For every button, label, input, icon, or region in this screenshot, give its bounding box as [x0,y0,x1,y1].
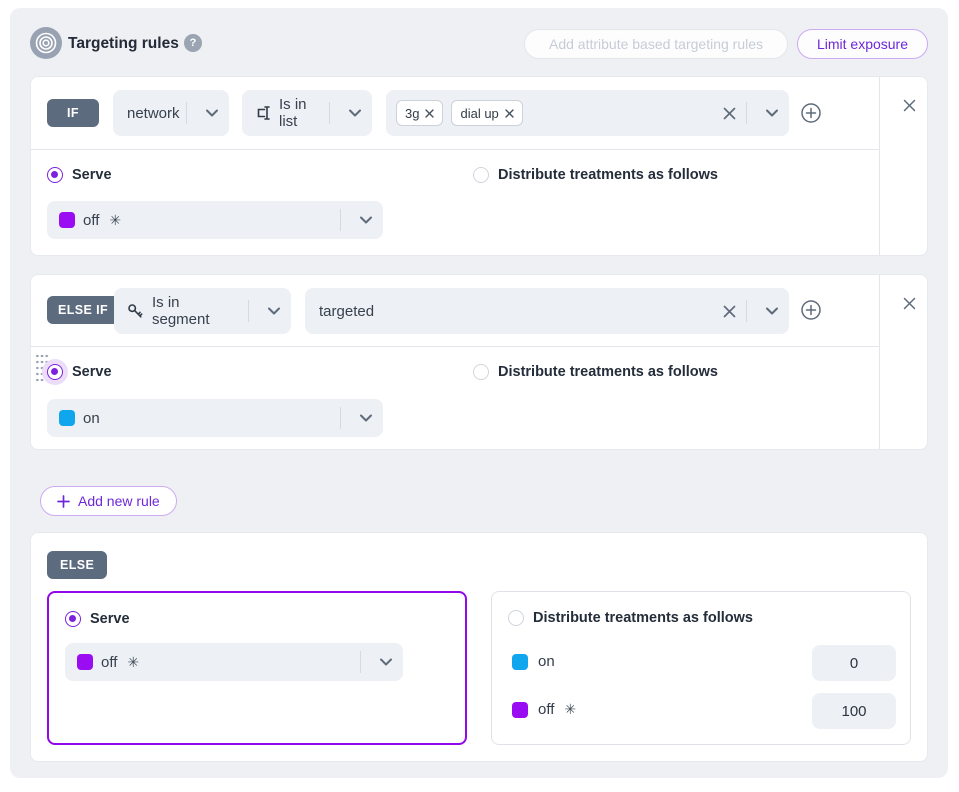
remove-chip-icon[interactable] [425,109,434,118]
add-new-rule-button[interactable]: Add new rule [40,486,177,516]
chevron-down-icon [755,307,789,315]
matcher-select[interactable]: Is in segment [114,288,291,334]
treatment-value: off [83,212,99,229]
matcher-value: Is in segment [152,294,240,328]
serve-label: Serve [72,364,112,380]
segment-select[interactable]: targeted [305,288,789,334]
treatment-value: on [83,410,100,427]
treatment-color-swatch [512,654,528,670]
matcher-select[interactable]: Is in list [242,90,372,136]
distribute-label: Distribute treatments as follows [498,167,718,183]
attribute-select[interactable]: network [113,90,229,136]
serve-radio[interactable] [65,611,81,627]
else-if-badge: ELSE IF [47,296,119,324]
distribute-label: Distribute treatments as follows [533,610,753,626]
card-divider [879,275,880,449]
clear-segment-icon[interactable] [723,305,736,318]
value-chip: 3g [396,100,443,126]
treatment-value: off [101,654,117,671]
default-treatment-icon: ✳ [564,701,576,718]
percent-input-on[interactable] [812,645,896,681]
plus-icon [57,495,70,508]
add-condition-icon[interactable] [800,299,822,321]
if-badge: IF [47,99,99,127]
add-new-rule-label: Add new rule [78,493,160,509]
treatment-color-swatch [512,702,528,718]
distribution-row: off ✳ [512,701,576,718]
serve-label: Serve [90,611,130,627]
treatment-color-swatch [77,654,93,670]
default-treatment-icon: ✳ [127,654,139,671]
rule-card-if: IF network Is in list [30,76,928,256]
distribute-radio[interactable] [473,167,489,183]
delete-rule-button[interactable] [895,91,923,119]
chevron-down-icon [755,109,789,117]
rule-card-else-if: ELSE IF Is in segment targeted [30,274,928,450]
chevron-down-icon [369,658,403,666]
serve-radio[interactable] [47,364,63,380]
chip-label: 3g [405,106,419,121]
chip-label: dial up [460,106,498,121]
else-card: ELSE Serve off ✳ Distribute treatments a… [30,532,928,762]
distribute-radio[interactable] [473,364,489,380]
values-multiselect[interactable]: 3g dial up [386,90,789,136]
add-condition-icon[interactable] [800,102,822,124]
treatment-select[interactable]: off ✳ [47,201,383,239]
default-treatment-icon: ✳ [109,212,121,229]
else-serve-box[interactable]: Serve off ✳ [47,591,467,745]
treatment-select[interactable]: on [47,399,383,437]
remove-chip-icon[interactable] [505,109,514,118]
distribute-label: Distribute treatments as follows [498,364,718,380]
limit-exposure-button[interactable]: Limit exposure [797,29,928,59]
else-badge: ELSE [47,551,107,579]
segment-value: targeted [319,303,374,320]
row-divider [31,149,879,150]
serve-label: Serve [72,167,112,183]
card-divider [879,77,880,255]
clear-values-icon[interactable] [723,107,736,120]
add-attribute-rules-button[interactable]: Add attribute based targeting rules [524,29,788,59]
chevron-down-icon [195,109,229,117]
page-title: Targeting rules [68,35,179,53]
serve-radio[interactable] [47,167,63,183]
list-matcher-icon [254,104,272,122]
treatment-select[interactable]: off ✳ [65,643,403,681]
chevron-down-icon [349,414,383,422]
distribute-radio[interactable] [508,610,524,626]
percent-input-off[interactable] [812,693,896,729]
attribute-value: network [127,105,180,122]
matcher-value: Is in list [279,96,322,130]
value-chip: dial up [451,100,522,126]
target-icon [30,27,62,59]
else-distribute-box[interactable]: Distribute treatments as follows on off … [491,591,911,745]
treatment-color-swatch [59,410,75,426]
segment-key-icon [126,302,144,320]
chevron-down-icon [338,109,372,117]
chevron-down-icon [349,216,383,224]
treatment-value: on [538,653,555,670]
distribution-row: on [512,653,555,670]
delete-rule-button[interactable] [895,289,923,317]
help-icon[interactable]: ? [184,34,202,52]
targeting-rules-panel: Targeting rules ? Add attribute based ta… [10,8,948,778]
serve-section: Serve Distribute treatments as follows o… [31,347,879,451]
treatment-color-swatch [59,212,75,228]
chevron-down-icon [257,307,291,315]
treatment-value: off [538,701,554,718]
